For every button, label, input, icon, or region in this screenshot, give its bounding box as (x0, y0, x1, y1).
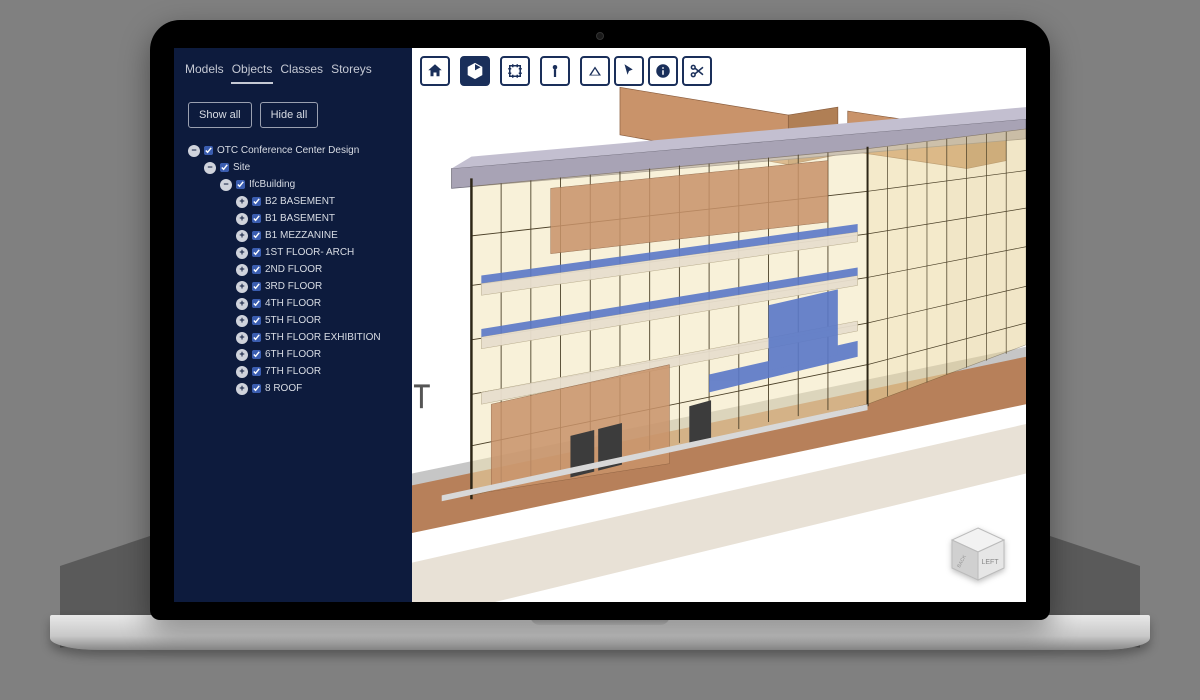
measure-icon (546, 62, 564, 80)
measure-button[interactable] (540, 56, 570, 86)
view-cube-button[interactable] (460, 56, 490, 86)
visibility-buttons: Show all Hide all (174, 92, 412, 142)
tree-storey[interactable]: +1ST FLOOR- ARCH (188, 244, 412, 261)
tree-label: 1ST FLOOR- ARCH (265, 245, 354, 260)
expand-icon[interactable]: + (236, 230, 248, 242)
tree-label: 6TH FLOOR (265, 347, 321, 362)
sidebar: Models Objects Classes Storeys Show all … (174, 48, 412, 602)
tree-storey[interactable]: +2ND FLOOR (188, 261, 412, 278)
laptop-frame: Models Objects Classes Storeys Show all … (150, 20, 1050, 620)
object-tree: − OTC Conference Center Design − Site − … (174, 142, 412, 397)
info-button[interactable] (648, 56, 678, 86)
tree-building[interactable]: − IfcBuilding (188, 176, 412, 193)
tree-label: 7TH FLOOR (265, 364, 321, 379)
tree-storey[interactable]: + B1 MEZZANINE (188, 227, 412, 244)
hide-icon (586, 62, 604, 80)
viewport-toolbar (420, 56, 712, 86)
tree-label: 8 ROOF (265, 381, 302, 396)
tree-checkbox[interactable] (252, 316, 261, 325)
tree-label: 2ND FLOOR (265, 262, 322, 277)
tree-storey[interactable]: + B2 BASEMENT (188, 193, 412, 210)
collapse-icon[interactable]: − (188, 145, 200, 157)
tab-objects[interactable]: Objects (231, 60, 274, 84)
tree-label: Site (233, 160, 250, 175)
expand-icon[interactable]: + (236, 315, 248, 327)
select-icon (620, 62, 638, 80)
expand-icon[interactable]: + (236, 298, 248, 310)
sidebar-tabs: Models Objects Classes Storeys (174, 60, 412, 92)
tree-storey[interactable]: +7TH FLOOR (188, 363, 412, 380)
tree-checkbox[interactable] (252, 367, 261, 376)
tree-checkbox[interactable] (252, 214, 261, 223)
expand-icon[interactable]: + (236, 383, 248, 395)
expand-icon[interactable]: + (236, 264, 248, 276)
tree-checkbox[interactable] (220, 163, 229, 172)
expand-icon[interactable]: + (236, 247, 248, 259)
tree-checkbox[interactable] (252, 197, 261, 206)
tab-storeys[interactable]: Storeys (330, 60, 373, 84)
tree-checkbox[interactable] (236, 180, 245, 189)
tree-storey[interactable]: +8 ROOF (188, 380, 412, 397)
viewcube-face-label: LEFT (981, 559, 999, 566)
camera-icon (596, 32, 604, 40)
home-icon (426, 62, 444, 80)
scissors-icon (688, 62, 706, 80)
tree-label: OTC Conference Center Design (217, 143, 359, 158)
expand-icon[interactable]: + (236, 281, 248, 293)
tree-checkbox[interactable] (252, 248, 261, 257)
tree-label: IfcBuilding (249, 177, 295, 192)
tree-root[interactable]: − OTC Conference Center Design (188, 142, 412, 159)
cube-icon (466, 62, 484, 80)
section-button[interactable] (500, 56, 530, 86)
expand-icon[interactable]: + (236, 366, 248, 378)
tree-checkbox[interactable] (252, 231, 261, 240)
expand-icon[interactable]: + (236, 332, 248, 344)
tree-label: 4TH FLOOR (265, 296, 321, 311)
collapse-icon[interactable]: − (220, 179, 232, 191)
section-icon (506, 62, 524, 80)
tree-storey[interactable]: + B1 BASEMENT (188, 210, 412, 227)
tab-classes[interactable]: Classes (279, 60, 324, 84)
show-all-button[interactable]: Show all (188, 102, 252, 128)
expand-icon[interactable]: + (236, 349, 248, 361)
tree-storey[interactable]: +4TH FLOOR (188, 295, 412, 312)
tree-checkbox[interactable] (252, 350, 261, 359)
tree-storey[interactable]: +5TH FLOOR EXHIBITION (188, 329, 412, 346)
tree-checkbox[interactable] (252, 299, 261, 308)
tree-checkbox[interactable] (252, 282, 261, 291)
tree-label: B1 MEZZANINE (265, 228, 338, 243)
select-button[interactable] (614, 56, 644, 86)
hide-button[interactable] (580, 56, 610, 86)
building-render (412, 48, 1026, 602)
tree-checkbox[interactable] (252, 333, 261, 342)
tree-site[interactable]: − Site (188, 159, 412, 176)
scissors-button[interactable] (682, 56, 712, 86)
info-icon (654, 62, 672, 80)
tree-label: B2 BASEMENT (265, 194, 335, 209)
tree-storey[interactable]: +6TH FLOOR (188, 346, 412, 363)
model-viewport[interactable]: LEFT BACK (412, 48, 1026, 602)
view-cube[interactable]: LEFT BACK (948, 524, 1008, 584)
tree-storey[interactable]: +3RD FLOOR (188, 278, 412, 295)
tree-label: B1 BASEMENT (265, 211, 335, 226)
app-screen: Models Objects Classes Storeys Show all … (174, 48, 1026, 602)
home-button[interactable] (420, 56, 450, 86)
laptop-base (50, 615, 1150, 650)
tree-label: 5TH FLOOR (265, 313, 321, 328)
hide-all-button[interactable]: Hide all (260, 102, 319, 128)
tab-models[interactable]: Models (184, 60, 225, 84)
tree-checkbox[interactable] (204, 146, 213, 155)
tree-checkbox[interactable] (252, 265, 261, 274)
tree-label: 3RD FLOOR (265, 279, 322, 294)
expand-icon[interactable]: + (236, 196, 248, 208)
collapse-icon[interactable]: − (204, 162, 216, 174)
tree-label: 5TH FLOOR EXHIBITION (265, 330, 381, 345)
expand-icon[interactable]: + (236, 213, 248, 225)
tree-checkbox[interactable] (252, 384, 261, 393)
tree-storey[interactable]: +5TH FLOOR (188, 312, 412, 329)
